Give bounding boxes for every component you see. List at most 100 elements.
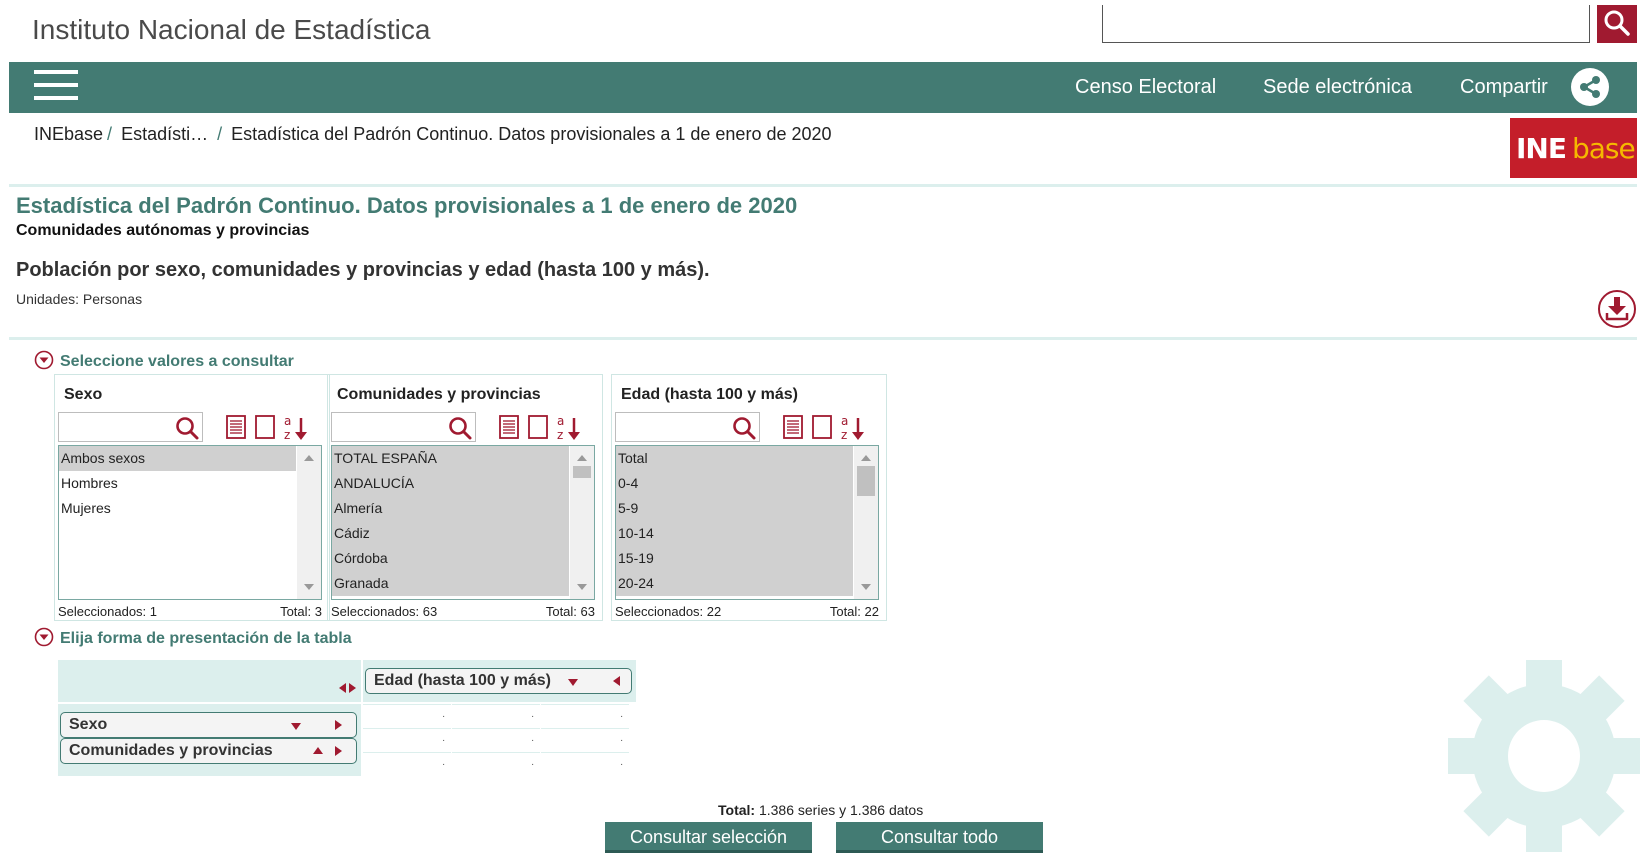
site-title[interactable]: Instituto Nacional de Estadística bbox=[32, 14, 430, 46]
selected-count: Seleccionados: 22 bbox=[615, 604, 722, 619]
inebase-logo[interactable]: INE base bbox=[1510, 118, 1637, 178]
svg-text:a: a bbox=[557, 414, 564, 428]
layout-section-title: Elija forma de presentación de la tabla bbox=[60, 630, 352, 647]
pivot-row-area: Sexo Comunidades y provincias bbox=[58, 704, 361, 776]
divider bbox=[9, 184, 1637, 187]
svg-text:a: a bbox=[284, 414, 291, 428]
consultar-todo-button[interactable]: Consultar todo bbox=[836, 822, 1043, 853]
variable-values-list[interactable]: TOTAL ESPAÑA ANDALUCÍA Almería Cádiz Córdoba… bbox=[331, 445, 595, 600]
logo-base-text: base bbox=[1572, 132, 1636, 165]
search-icon[interactable] bbox=[174, 415, 200, 441]
site-search-input[interactable] bbox=[1102, 5, 1590, 43]
variable-footer: Seleccionados: 63 Total: 63 bbox=[331, 604, 595, 619]
list-item[interactable]: Ambos sexos bbox=[59, 446, 296, 471]
total-count: Total: 22 bbox=[829, 604, 879, 619]
column-var-label: Edad (hasta 100 y más) bbox=[374, 672, 551, 689]
list-item[interactable]: TOTAL ESPAÑA bbox=[332, 446, 569, 471]
total-value: 1.386 series y 1.386 datos bbox=[758, 802, 924, 818]
deselect-all-icon[interactable] bbox=[811, 414, 833, 440]
svg-text:z: z bbox=[557, 428, 563, 442]
row-var-label: Comunidades y provincias bbox=[69, 742, 273, 759]
list-item[interactable]: Córdoba bbox=[332, 546, 569, 571]
list-item[interactable]: Cádiz bbox=[332, 521, 569, 546]
pivot-corner bbox=[58, 660, 361, 702]
nav-sede-electronica[interactable]: Sede electrónica bbox=[1263, 76, 1412, 99]
list-item[interactable]: 10-14 bbox=[616, 521, 853, 546]
sort-az-icon[interactable]: az bbox=[840, 414, 866, 442]
total-summary: Total: 1.386 series y 1.386 datos bbox=[718, 802, 923, 818]
layout-section-header[interactable]: Elija forma de presentación de la tabla bbox=[34, 627, 352, 648]
swap-axes-icon[interactable] bbox=[339, 682, 359, 694]
collapse-icon[interactable] bbox=[34, 627, 54, 647]
breadcrumb-current: Estadística del Padrón Continuo. Datos p… bbox=[231, 124, 832, 144]
list-item[interactable]: 5-9 bbox=[616, 496, 853, 521]
variable-box-comunidades: Comunidades y provincias a z TOTAL ESPAÑA AN… bbox=[327, 374, 603, 621]
list-item[interactable]: Almería bbox=[332, 496, 569, 521]
sort-az-icon[interactable]: az bbox=[283, 414, 309, 442]
breadcrumb: INEbase / Estadísti… / Estadística del Pa… bbox=[34, 124, 832, 144]
total-count: Total: 63 bbox=[545, 604, 595, 619]
list-item[interactable]: Total bbox=[616, 446, 853, 471]
share-icon[interactable] bbox=[1571, 68, 1609, 106]
menu-icon[interactable] bbox=[34, 70, 78, 104]
move-right-icon[interactable] bbox=[335, 720, 342, 730]
grid-cell: . bbox=[541, 704, 629, 726]
select-all-icon[interactable] bbox=[225, 414, 247, 440]
variable-values-list[interactable]: Total 0-4 5-9 10-14 15-19 20-24 bbox=[615, 445, 879, 600]
pivot-layout: Edad (hasta 100 y más) Sexo Comunidades … bbox=[58, 660, 636, 776]
scrollbar[interactable] bbox=[570, 446, 594, 599]
variable-search-input[interactable] bbox=[331, 412, 476, 442]
variable-footer: Seleccionados: 1 Total: 3 bbox=[58, 604, 322, 619]
move-left-icon[interactable] bbox=[613, 676, 620, 686]
search-icon[interactable] bbox=[447, 415, 473, 441]
sort-az-icon[interactable]: az bbox=[556, 414, 582, 442]
deselect-all-icon[interactable] bbox=[527, 414, 549, 440]
page-subtitle: Comunidades autónomas y provincias bbox=[16, 222, 310, 239]
variable-title: Edad (hasta 100 y más) bbox=[621, 386, 798, 403]
nav-compartir[interactable]: Compartir bbox=[1460, 76, 1548, 99]
divider bbox=[9, 337, 1637, 340]
list-item[interactable]: Hombres bbox=[59, 471, 296, 496]
pivot-column-area: Edad (hasta 100 y más) bbox=[363, 660, 636, 702]
selected-count: Seleccionados: 1 bbox=[58, 604, 158, 619]
grid-cell: . bbox=[541, 728, 629, 750]
row-var-pill-sexo[interactable]: Sexo bbox=[60, 712, 357, 738]
consultar-seleccion-button[interactable]: Consultar selección bbox=[605, 822, 812, 853]
variable-box-edad: Edad (hasta 100 y más) a z Total 0-4 5-9 10-14… bbox=[611, 374, 887, 621]
select-all-icon[interactable] bbox=[782, 414, 804, 440]
variable-search-input[interactable] bbox=[615, 412, 760, 442]
scrollbar[interactable] bbox=[854, 446, 878, 599]
scrollbar[interactable] bbox=[297, 446, 321, 599]
select-all-icon[interactable] bbox=[498, 414, 520, 440]
sort-asc-icon[interactable] bbox=[313, 747, 323, 754]
list-item[interactable]: 15-19 bbox=[616, 546, 853, 571]
breadcrumb-inebase[interactable]: INEbase bbox=[34, 124, 103, 144]
list-item[interactable]: Granada bbox=[332, 571, 569, 596]
move-right-icon[interactable] bbox=[335, 746, 342, 756]
units-label: Unidades: Personas bbox=[16, 291, 143, 307]
sort-desc-icon[interactable] bbox=[568, 679, 578, 686]
grid-cell: . bbox=[541, 752, 629, 774]
list-item[interactable]: 0-4 bbox=[616, 471, 853, 496]
row-var-pill-comunidades[interactable]: Comunidades y provincias bbox=[60, 738, 357, 764]
download-icon[interactable] bbox=[1597, 289, 1637, 329]
select-section-header[interactable]: Seleccione valores a consultar bbox=[34, 350, 294, 371]
main-navbar: Censo Electoral Sede electrónica Compart… bbox=[9, 62, 1637, 113]
sort-desc-icon[interactable] bbox=[291, 723, 301, 730]
site-search-button[interactable] bbox=[1597, 5, 1637, 43]
list-item[interactable]: ANDALUCÍA bbox=[332, 471, 569, 496]
table-title: Población por sexo, comunidades y provin… bbox=[16, 259, 710, 281]
variable-search-input[interactable] bbox=[58, 412, 203, 442]
variable-values-list[interactable]: Ambos sexos Hombres Mujeres bbox=[58, 445, 322, 600]
variable-title: Sexo bbox=[64, 386, 103, 403]
breadcrumb-estadisticas[interactable]: Estadísti… bbox=[121, 124, 208, 144]
list-item[interactable]: 20-24 bbox=[616, 571, 853, 596]
nav-censo-electoral[interactable]: Censo Electoral bbox=[1075, 76, 1216, 99]
collapse-icon[interactable] bbox=[34, 350, 54, 370]
list-item[interactable]: Mujeres bbox=[59, 496, 296, 521]
grid-cell: . bbox=[452, 728, 540, 750]
column-var-pill[interactable]: Edad (hasta 100 y más) bbox=[365, 668, 632, 694]
variable-title: Comunidades y provincias bbox=[337, 386, 541, 403]
deselect-all-icon[interactable] bbox=[254, 414, 276, 440]
search-icon[interactable] bbox=[731, 415, 757, 441]
